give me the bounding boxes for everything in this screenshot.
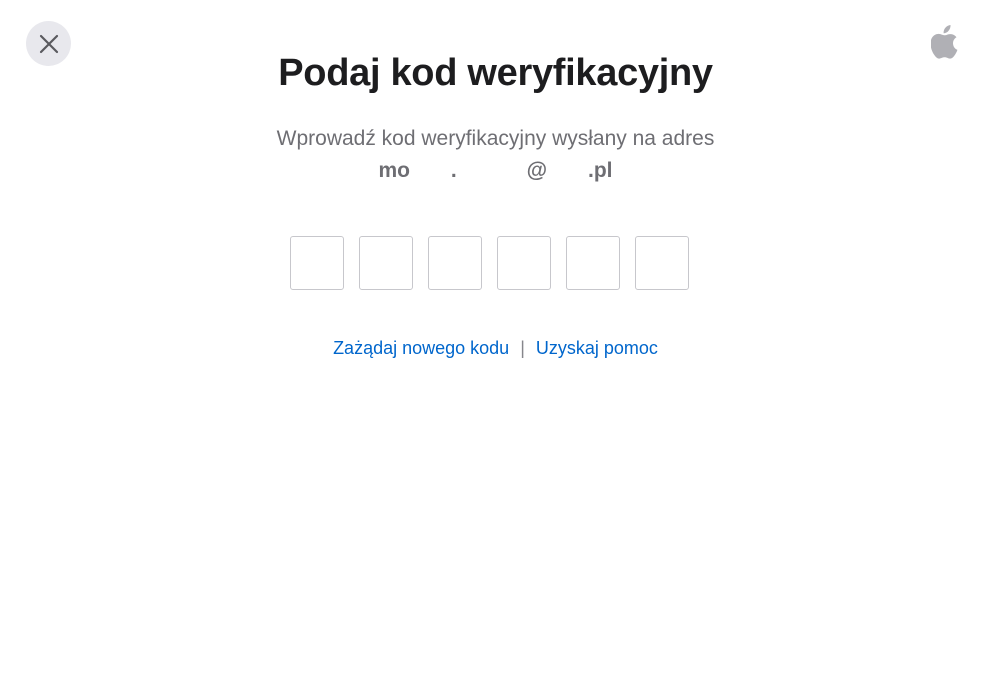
- verification-code-inputs: [290, 236, 689, 290]
- code-digit-3[interactable]: [428, 236, 482, 290]
- close-icon: [39, 34, 58, 53]
- action-links: Zażądaj nowego kodu | Uzyskaj pomoc: [0, 338, 991, 359]
- masked-email: mo . @ .pl: [378, 159, 613, 182]
- get-help-link[interactable]: Uzyskaj pomoc: [536, 338, 658, 358]
- code-digit-1[interactable]: [290, 236, 344, 290]
- code-digit-2[interactable]: [359, 236, 413, 290]
- page-title: Podaj kod weryfikacyjny: [278, 52, 713, 94]
- code-digit-5[interactable]: [566, 236, 620, 290]
- code-digit-6[interactable]: [635, 236, 689, 290]
- code-digit-4[interactable]: [497, 236, 551, 290]
- verification-page: Podaj kod weryfikacyjny Wprowadź kod wer…: [0, 0, 991, 679]
- request-new-code-link[interactable]: Zażądaj nowego kodu: [333, 338, 509, 358]
- instruction-text: Wprowadź kod weryfikacyjny wysłany na ad…: [276, 127, 715, 150]
- link-separator: |: [520, 338, 525, 358]
